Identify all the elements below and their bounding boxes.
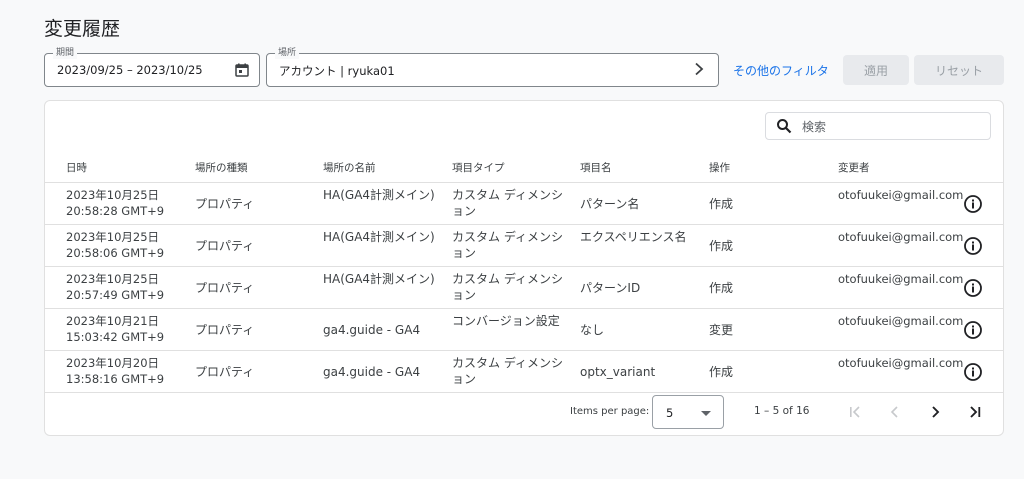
column-header-item-type[interactable]: 項目タイプ xyxy=(452,160,505,175)
location-name-cell: HA(GA4計測メイン) xyxy=(323,272,435,286)
item-name-cell: パターン名 xyxy=(580,197,640,211)
datetime-cell: 2023年10月21日 15:03:42 GMT+9 xyxy=(66,314,165,344)
info-icon[interactable] xyxy=(963,236,983,256)
column-header-location-name[interactable]: 場所の名前 xyxy=(323,160,376,175)
info-icon[interactable] xyxy=(963,278,983,298)
items-per-page-value: 5 xyxy=(666,406,674,420)
location-field-value: アカウント | ryuka01 xyxy=(279,64,395,78)
column-header-item-name[interactable]: 項目名 xyxy=(580,160,612,175)
item-name-cell: なし xyxy=(580,323,605,337)
period-date-range-field[interactable]: 期間 2023/09/25 – 2023/10/25 xyxy=(44,47,260,87)
apply-button[interactable]: 適用 xyxy=(843,55,909,85)
info-icon[interactable] xyxy=(963,362,983,382)
info-icon[interactable] xyxy=(963,194,983,214)
paginator: Items per page: 5 1 – 5 of 16 xyxy=(45,393,1003,433)
item-type-cell: カスタム ディメンション xyxy=(452,272,563,302)
chevron-right-icon xyxy=(694,62,704,80)
table-header: 日時 場所の種類 場所の名前 項目タイプ 項目名 操作 変更者 xyxy=(45,152,1003,183)
last-page-icon[interactable] xyxy=(966,403,984,421)
search-box[interactable] xyxy=(765,112,991,140)
location-type-cell: プロパティ xyxy=(195,239,255,253)
column-header-location-type[interactable]: 場所の種類 xyxy=(195,160,248,175)
item-name-cell: エクスペリエンス名 xyxy=(580,230,687,244)
operation-cell: 作成 xyxy=(709,197,734,211)
changed-by-cell: otofuukei@gmail.com xyxy=(838,356,964,370)
items-per-page-select[interactable]: 5 xyxy=(652,395,724,429)
search-input[interactable] xyxy=(802,118,972,136)
dropdown-arrow-icon xyxy=(701,411,711,416)
item-name-cell: optx_variant xyxy=(580,365,656,379)
period-field-value: 2023/09/25 – 2023/10/25 xyxy=(57,63,203,77)
location-name-cell: HA(GA4計測メイン) xyxy=(323,188,435,202)
datetime-cell: 2023年10月20日 13:58:16 GMT+9 xyxy=(66,356,165,386)
location-selector-field[interactable]: 場所 アカウント | ryuka01 xyxy=(266,47,719,87)
location-name-cell: HA(GA4計測メイン) xyxy=(323,230,435,244)
calendar-icon[interactable] xyxy=(233,61,251,79)
first-page-icon[interactable] xyxy=(846,403,864,421)
operation-cell: 作成 xyxy=(709,365,734,379)
previous-page-icon[interactable] xyxy=(886,403,904,421)
table-row: 2023年10月21日 15:03:42 GMT+9 プロパティ ga4.guid… xyxy=(45,309,1003,351)
table-row: 2023年10月25日 20:58:06 GMT+9 プロパティ HA(GA4計測… xyxy=(45,225,1003,267)
location-name-cell: ga4.guide - GA4 xyxy=(323,365,421,379)
other-filters-link[interactable]: その他のフィルタ xyxy=(733,62,829,79)
location-type-cell: プロパティ xyxy=(195,365,255,379)
operation-cell: 作成 xyxy=(709,281,734,295)
location-type-cell: プロパティ xyxy=(195,197,255,211)
column-header-operation[interactable]: 操作 xyxy=(709,160,730,175)
column-header-changed-by[interactable]: 変更者 xyxy=(838,160,870,175)
search-icon xyxy=(776,118,792,134)
table-row: 2023年10月25日 20:57:49 GMT+9 プロパティ HA(GA4計測… xyxy=(45,267,1003,309)
operation-cell: 作成 xyxy=(709,239,734,253)
location-name-cell: ga4.guide - GA4 xyxy=(323,323,421,337)
info-icon[interactable] xyxy=(963,320,983,340)
item-type-cell: コンバージョン設定 xyxy=(452,314,560,328)
changed-by-cell: otofuukei@gmail.com xyxy=(838,188,964,202)
location-type-cell: プロパティ xyxy=(195,323,255,337)
period-field-label: 期間 xyxy=(53,47,78,59)
page-title: 変更履歴 xyxy=(44,18,121,40)
item-name-cell: パターンID xyxy=(580,281,641,295)
item-type-cell: カスタム ディメンション xyxy=(452,188,563,218)
changed-by-cell: otofuukei@gmail.com xyxy=(838,272,964,286)
changed-by-cell: otofuukei@gmail.com xyxy=(838,314,964,328)
table-row: 2023年10月20日 13:58:16 GMT+9 プロパティ ga4.guid… xyxy=(45,351,1003,393)
item-type-cell: カスタム ディメンション xyxy=(452,230,563,260)
reset-button[interactable]: リセット xyxy=(914,55,1004,85)
datetime-cell: 2023年10月25日 20:57:49 GMT+9 xyxy=(66,272,165,302)
operation-cell: 変更 xyxy=(709,323,734,337)
datetime-cell: 2023年10月25日 20:58:06 GMT+9 xyxy=(66,230,165,260)
item-type-cell: カスタム ディメンション xyxy=(452,356,563,386)
table-row: 2023年10月25日 20:58:28 GMT+9 プロパティ HA(GA4計測… xyxy=(45,183,1003,225)
column-header-datetime[interactable]: 日時 xyxy=(66,160,87,175)
changed-by-cell: otofuukei@gmail.com xyxy=(838,230,964,244)
location-type-cell: プロパティ xyxy=(195,281,255,295)
datetime-cell: 2023年10月25日 20:58:28 GMT+9 xyxy=(66,188,165,218)
items-per-page-label: Items per page: xyxy=(570,406,650,417)
location-field-label: 場所 xyxy=(275,47,300,59)
page-range-label: 1 – 5 of 16 xyxy=(754,405,810,417)
change-history-card: 日時 場所の種類 場所の名前 項目タイプ 項目名 操作 変更者 2023年10月… xyxy=(44,100,1004,436)
next-page-icon[interactable] xyxy=(926,403,944,421)
